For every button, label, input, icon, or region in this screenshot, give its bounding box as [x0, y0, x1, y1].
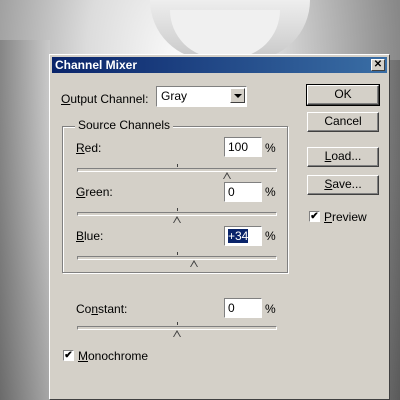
channel-mixer-dialog: Channel Mixer ✕ Output Channel: Gray Sou… [49, 54, 390, 400]
red-slider[interactable] [77, 164, 277, 179]
preview-label: Preview [324, 210, 367, 224]
check-icon: ✔ [310, 211, 319, 222]
close-icon: ✕ [373, 59, 383, 70]
source-channels-title: Source Channels [75, 118, 174, 132]
ok-button[interactable]: OK [306, 84, 380, 106]
constant-label: Constant: [76, 302, 128, 316]
preview-checkbox[interactable]: ✔ [309, 211, 320, 222]
monochrome-label: Monochrome [78, 349, 149, 363]
output-channel-select[interactable]: Gray [156, 86, 247, 107]
check-icon: ✔ [64, 350, 73, 361]
red-label: Red: [76, 141, 102, 155]
title-bar[interactable]: Channel Mixer ✕ [52, 57, 387, 73]
constant-slider-thumb[interactable] [173, 330, 181, 337]
monochrome-checkbox[interactable]: ✔ [63, 350, 74, 361]
blue-label: Blue: [76, 229, 104, 243]
constant-percent-unit: % [265, 302, 276, 316]
constant-value-input[interactable]: 0 [224, 298, 262, 318]
red-slider-thumb[interactable] [222, 172, 231, 179]
dialog-title: Channel Mixer [55, 58, 138, 72]
center-tick [177, 164, 178, 167]
green-value-input[interactable]: 0 [224, 182, 262, 202]
red-value-input[interactable]: 100 [224, 137, 262, 157]
center-tick [177, 322, 178, 325]
green-percent-unit: % [265, 185, 276, 199]
load-button[interactable]: Load... [307, 147, 379, 167]
chevron-down-icon[interactable] [230, 88, 245, 103]
close-button[interactable]: ✕ [371, 59, 385, 71]
blue-slider-thumb[interactable] [189, 260, 198, 267]
save-button[interactable]: Save... [307, 175, 379, 195]
blue-value-input[interactable]: +34 [224, 226, 262, 246]
blue-slider[interactable] [77, 252, 277, 267]
output-channel-value: Gray [161, 89, 188, 103]
center-tick [177, 208, 178, 211]
green-slider[interactable] [77, 208, 277, 223]
center-tick [177, 252, 178, 255]
output-channel-label: Output Channel: [61, 92, 149, 106]
red-percent-unit: % [265, 141, 276, 155]
cancel-button[interactable]: Cancel [307, 112, 379, 132]
green-slider-thumb[interactable] [173, 216, 181, 223]
constant-slider[interactable] [77, 322, 277, 337]
green-label: Green: [76, 185, 113, 199]
blue-percent-unit: % [265, 229, 276, 243]
